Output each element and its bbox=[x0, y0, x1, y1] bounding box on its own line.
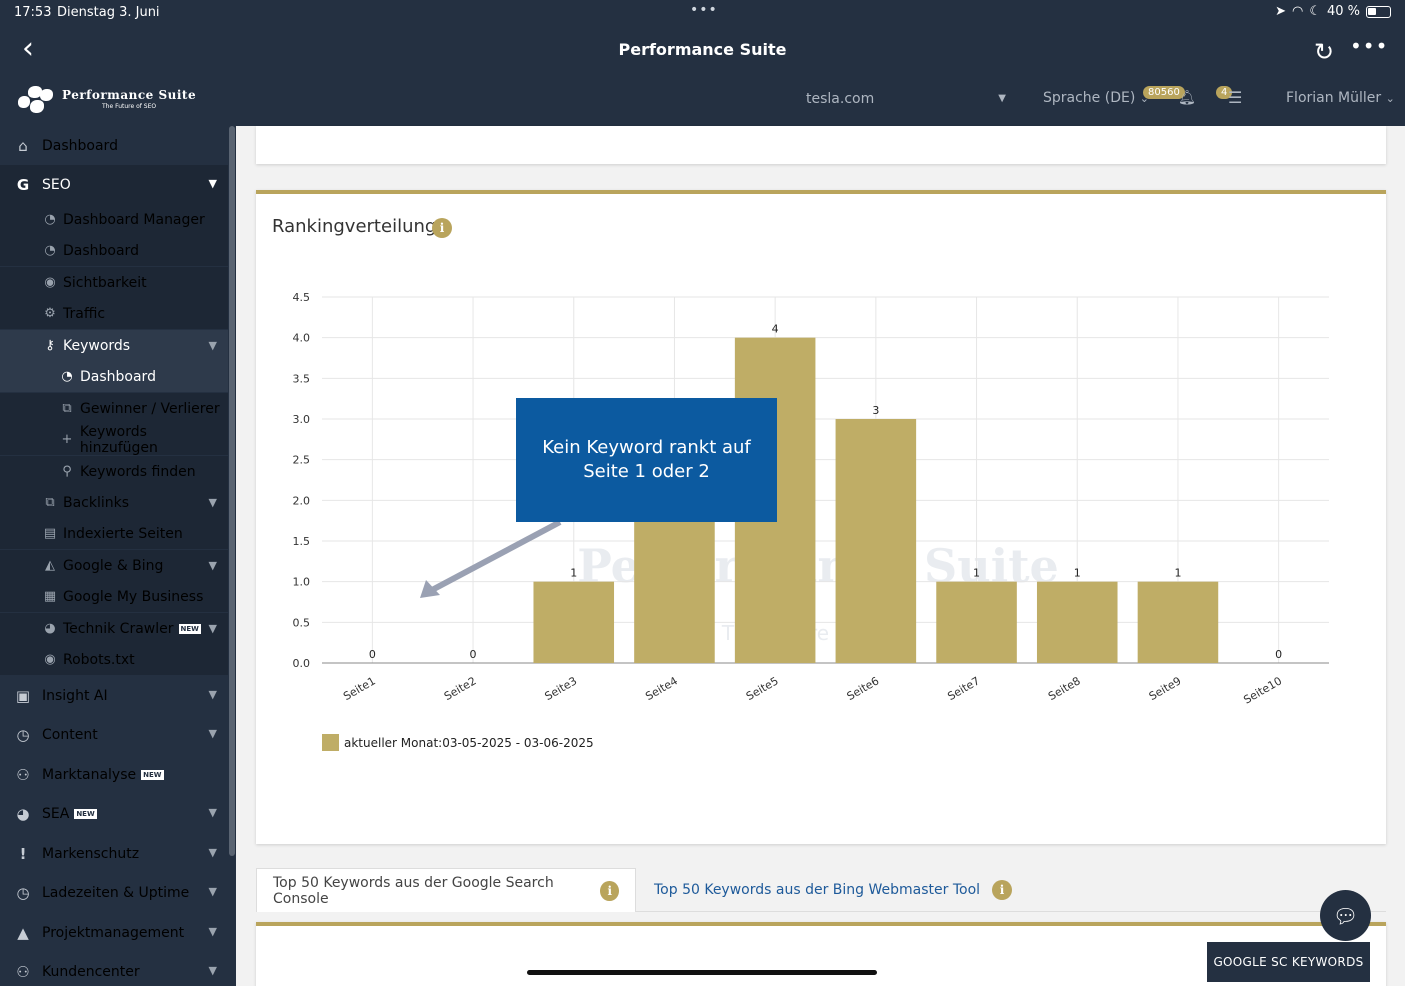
y-tick-label: 0.5 bbox=[293, 616, 311, 629]
y-tick-label: 2.5 bbox=[293, 454, 311, 467]
info-icon[interactable]: i bbox=[992, 880, 1013, 900]
bar-seite8 bbox=[1036, 581, 1118, 663]
y-tick-label: 1.0 bbox=[293, 576, 311, 589]
x-tick-label: Seite5 bbox=[744, 674, 781, 703]
x-tick-label: Seite7 bbox=[945, 674, 982, 703]
data-label: 3 bbox=[872, 404, 879, 417]
bar-seite4 bbox=[634, 500, 715, 663]
x-tick-label: Seite3 bbox=[543, 674, 580, 703]
tab-bing-webmaster[interactable]: Top 50 Keywords aus der Bing Webmaster T… bbox=[638, 868, 1028, 912]
callout-text: Kein Keyword rankt auf Seite 1 oder 2 bbox=[542, 437, 751, 482]
chat-icon[interactable]: 💬︎ bbox=[1320, 890, 1371, 941]
data-label: 1 bbox=[1174, 567, 1181, 580]
y-tick-label: 4.5 bbox=[293, 291, 311, 304]
home-indicator[interactable] bbox=[527, 970, 877, 975]
bar-seite7 bbox=[936, 581, 1017, 663]
keyword-tabs: Top 50 Keywords aus der Google Search Co… bbox=[256, 868, 1386, 912]
data-label: 0 bbox=[1275, 648, 1282, 661]
legend-label: aktueller Monat:03-05-2025 - 03-06-2025 bbox=[344, 736, 594, 750]
y-tick-label: 3.5 bbox=[293, 372, 311, 385]
y-tick-label: 4.0 bbox=[293, 332, 311, 345]
bar-seite6 bbox=[835, 419, 917, 663]
data-label: 1 bbox=[570, 567, 577, 580]
y-tick-label: 0.0 bbox=[293, 657, 311, 670]
tab-google-search-console[interactable]: Top 50 Keywords aus der Google Search Co… bbox=[256, 868, 636, 912]
x-tick-label: Seite2 bbox=[442, 674, 479, 703]
y-tick-label: 3.0 bbox=[293, 413, 311, 426]
bar-seite3 bbox=[533, 581, 615, 663]
bar-seite9 bbox=[1137, 581, 1219, 663]
google-sc-keywords-button[interactable]: GOOGLE SC KEYWORDS bbox=[1207, 942, 1370, 982]
callout-box: Kein Keyword rankt auf Seite 1 oder 2 bbox=[516, 398, 777, 522]
data-label: 1 bbox=[1074, 567, 1081, 580]
x-tick-label: Seite1 bbox=[341, 674, 378, 703]
x-tick-label: Seite6 bbox=[845, 674, 882, 703]
info-icon[interactable]: i bbox=[600, 880, 619, 901]
x-tick-label: Seite10 bbox=[1241, 674, 1284, 706]
x-tick-label: Seite8 bbox=[1046, 674, 1083, 703]
y-tick-label: 2.0 bbox=[293, 494, 311, 507]
y-tick-label: 1.5 bbox=[293, 535, 311, 548]
data-label: 0 bbox=[369, 648, 376, 661]
callout-arrow-shaft bbox=[430, 519, 562, 593]
legend-swatch bbox=[322, 734, 339, 751]
tab-label: Top 50 Keywords aus der Google Search Co… bbox=[273, 874, 554, 907]
data-label: 4 bbox=[772, 323, 779, 336]
data-label: 1 bbox=[973, 567, 980, 580]
x-tick-label: Seite9 bbox=[1147, 674, 1184, 703]
tab-label: Top 50 Keywords aus der Bing Webmaster T… bbox=[654, 882, 981, 898]
data-label: 0 bbox=[470, 648, 477, 661]
x-tick-label: Seite4 bbox=[643, 674, 680, 703]
